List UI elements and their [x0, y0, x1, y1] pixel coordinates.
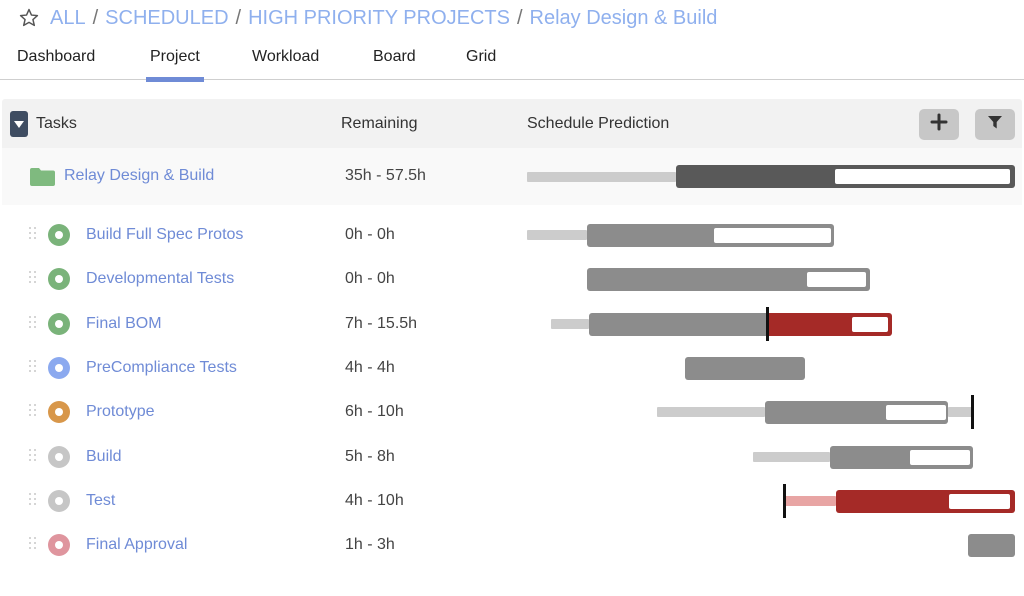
task-row[interactable]: Build Full Spec Protos 0h - 0h: [2, 213, 1022, 257]
task-schedule-bar: [527, 479, 1016, 523]
tab-dashboard[interactable]: Dashboard: [17, 48, 95, 80]
drag-handle-icon[interactable]: [29, 227, 39, 243]
schedule-remaining-portion: [807, 271, 866, 287]
task-remaining: 4h - 10h: [345, 492, 404, 509]
task-row[interactable]: Final BOM 7h - 15.5h: [2, 302, 1022, 346]
schedule-remaining-portion: [909, 449, 971, 465]
schedule-remaining-portion: [835, 169, 1011, 184]
task-status-icon[interactable]: [48, 268, 70, 290]
task-remaining: 0h - 0h: [345, 226, 395, 243]
task-row[interactable]: Final Approval 1h - 3h: [2, 523, 1022, 567]
task-name-link[interactable]: Build: [86, 448, 122, 466]
task-schedule-bar: [527, 346, 1016, 390]
schedule-remaining-portion: [713, 227, 832, 243]
schedule-lead-range: [784, 496, 837, 506]
task-status-icon[interactable]: [48, 401, 70, 423]
task-status-icon[interactable]: [48, 357, 70, 379]
task-name-link[interactable]: Test: [86, 492, 115, 510]
task-status-icon[interactable]: [48, 490, 70, 512]
task-remaining: 1h - 3h: [345, 536, 395, 553]
schedule-deadline-marker: [971, 395, 975, 429]
task-schedule-bar: [527, 523, 1016, 567]
task-name-link[interactable]: Final BOM: [86, 315, 162, 333]
schedule-lead-range: [550, 319, 590, 329]
schedule-lead-range: [527, 230, 588, 240]
task-schedule-bar: [527, 390, 1016, 434]
project-name-link[interactable]: Relay Design & Build: [64, 167, 214, 185]
task-remaining: 4h - 4h: [345, 359, 395, 376]
tab-workload[interactable]: Workload: [252, 48, 319, 80]
breadcrumb-high-priority-projects[interactable]: HIGH PRIORITY PROJECTS: [248, 7, 510, 30]
plus-icon: [930, 113, 948, 136]
task-remaining: 0h - 0h: [345, 270, 395, 287]
task-row[interactable]: Build 5h - 8h: [2, 435, 1022, 479]
schedule-trail-range: [948, 407, 973, 417]
task-schedule-bar: [527, 213, 1016, 257]
task-schedule-bar: [527, 302, 1016, 346]
task-remaining: 5h - 8h: [345, 448, 395, 465]
schedule-deadline-marker: [765, 307, 769, 341]
task-row[interactable]: Prototype 6h - 10h: [2, 390, 1022, 434]
drag-handle-icon[interactable]: [29, 449, 39, 465]
drag-handle-icon[interactable]: [29, 537, 39, 553]
task-name-link[interactable]: Prototype: [86, 403, 154, 421]
breadcrumb-all[interactable]: ALL: [50, 7, 86, 30]
breadcrumb-scheduled[interactable]: SCHEDULED: [105, 7, 228, 30]
drag-handle-icon[interactable]: [29, 493, 39, 509]
task-status-icon[interactable]: [48, 446, 70, 468]
tab-grid[interactable]: Grid: [466, 48, 496, 80]
task-row[interactable]: Developmental Tests 0h - 0h: [2, 257, 1022, 301]
drag-handle-icon[interactable]: [29, 360, 39, 376]
task-remaining: 6h - 10h: [345, 403, 404, 420]
caret-down-icon[interactable]: [10, 111, 28, 137]
filter-icon: [987, 114, 1003, 135]
schedule-bar[interactable]: [589, 312, 892, 336]
breadcrumb-separator: /: [516, 6, 523, 29]
breadcrumb-separator: /: [92, 6, 99, 29]
task-name-link[interactable]: Build Full Spec Protos: [86, 226, 243, 244]
task-grid-header: Tasks Remaining Schedule Prediction: [2, 99, 1022, 148]
view-tabs: Dashboard Project Workload Board Grid: [0, 44, 1024, 82]
breadcrumb-current-project[interactable]: Relay Design & Build: [530, 7, 718, 30]
schedule-bar[interactable]: [684, 356, 806, 380]
drag-handle-icon[interactable]: [29, 404, 39, 420]
tasks-column-header: Tasks: [36, 115, 77, 132]
remaining-column-header: Remaining: [341, 115, 418, 132]
schedule-deadline-marker: [782, 484, 786, 518]
schedule-remaining-portion: [949, 493, 1011, 509]
tab-board[interactable]: Board: [373, 48, 416, 80]
task-status-icon[interactable]: [48, 313, 70, 335]
task-row[interactable]: Test 4h - 10h: [2, 479, 1022, 523]
filter-button[interactable]: [975, 109, 1015, 140]
schedule-lead-range: [657, 407, 766, 417]
breadcrumb: ALL / SCHEDULED / HIGH PRIORITY PROJECTS…: [18, 4, 717, 32]
task-status-icon[interactable]: [48, 224, 70, 246]
drag-handle-icon[interactable]: [29, 271, 39, 287]
task-schedule-bar: [527, 435, 1016, 479]
drag-handle-icon[interactable]: [29, 316, 39, 332]
schedule-bar[interactable]: [968, 533, 1015, 557]
folder-icon: [30, 168, 55, 186]
project-row[interactable]: Relay Design & Build 35h - 57.5h: [2, 148, 1022, 205]
breadcrumb-separator: /: [235, 6, 242, 29]
star-outline-icon[interactable]: [18, 7, 40, 29]
project-schedule-bar: [527, 148, 1016, 205]
task-schedule-bar: [527, 257, 1016, 301]
task-name-link[interactable]: PreCompliance Tests: [86, 359, 237, 377]
task-remaining: 7h - 15.5h: [345, 315, 418, 332]
task-name-link[interactable]: Developmental Tests: [86, 270, 234, 288]
schedule-remaining-portion: [885, 404, 947, 420]
schedule-lead-range: [752, 452, 831, 462]
task-row[interactable]: PreCompliance Tests 4h - 4h: [2, 346, 1022, 390]
tab-project[interactable]: Project: [146, 48, 204, 82]
project-remaining: 35h - 57.5h: [345, 167, 426, 184]
schedule-remaining-portion: [852, 316, 888, 332]
schedule-prediction-column-header: Schedule Prediction: [527, 115, 670, 132]
task-name-link[interactable]: Final Approval: [86, 536, 187, 554]
add-task-button[interactable]: [919, 109, 959, 140]
task-status-icon[interactable]: [48, 534, 70, 556]
schedule-lead-range: [527, 171, 677, 182]
